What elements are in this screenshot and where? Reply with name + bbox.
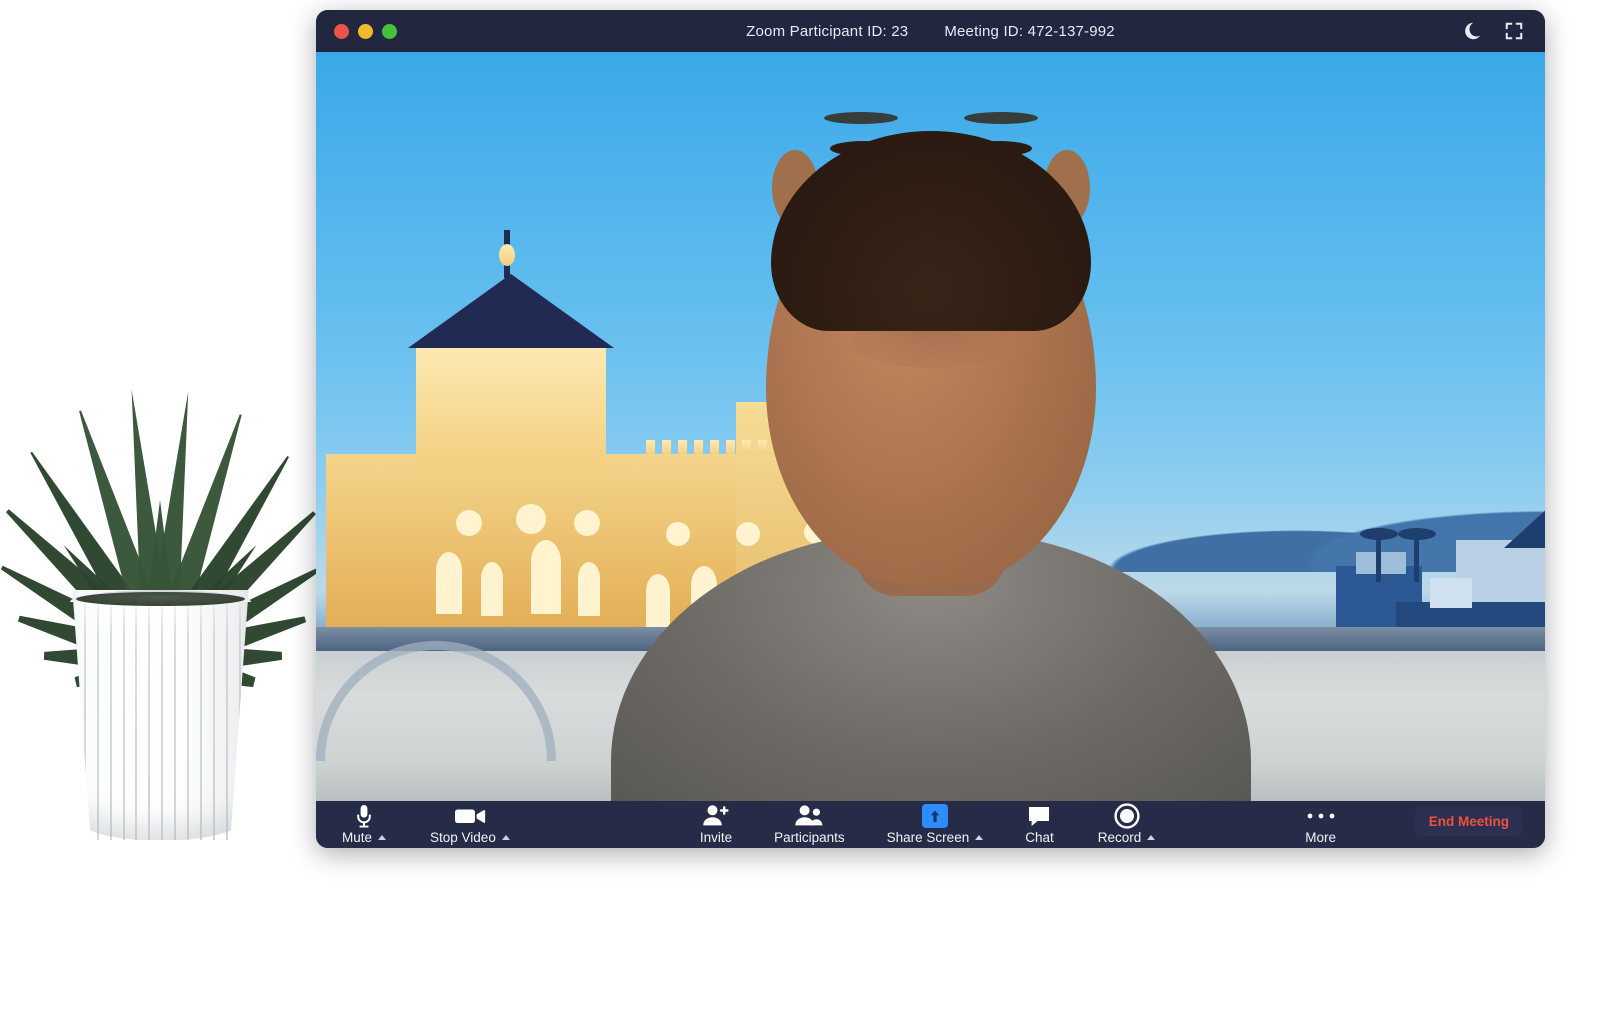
pot-rib [84,590,86,840]
pot-rib [123,590,125,840]
invite-button[interactable]: Invite [700,801,732,845]
titlebar-actions [1461,20,1525,42]
video-camera-icon [454,804,486,828]
pot-soil [76,592,244,606]
window-traffic-lights[interactable] [334,24,397,39]
toolbar-group-more: More [1305,801,1336,845]
pot-rib [187,590,189,840]
city-block [1356,552,1406,574]
add-person-icon [702,804,730,828]
cathedral-block [516,504,546,534]
city-block [1414,534,1419,582]
cathedral-block [408,274,614,348]
participants-button[interactable]: Participants [774,801,845,845]
cathedral-block [481,562,503,616]
microphone-icon [354,804,374,828]
chevron-up-icon[interactable] [378,835,386,840]
moon-icon[interactable] [1461,20,1483,42]
cathedral-block [436,552,462,614]
more-label: More [1305,830,1336,845]
ellipsis-icon [1306,804,1336,828]
window-titlebar: Zoom Participant ID: 23 Meeting ID: 472-… [316,10,1545,52]
toolbar-group-chat-record: Chat Record [1025,801,1155,845]
end-meeting-wrap: End Meeting [1415,807,1523,836]
chat-bubble-icon [1027,804,1051,828]
meeting-id-label: Meeting ID: 472-137-992 [944,23,1115,40]
participant-video-person [601,52,1261,801]
minimize-button[interactable] [358,24,373,39]
stop-video-button[interactable]: Stop Video [430,801,510,845]
titlebar-meeting-info: Zoom Participant ID: 23 Meeting ID: 472-… [316,23,1545,40]
record-button[interactable]: Record [1098,801,1156,845]
maximize-button[interactable] [382,24,397,39]
city-block [1398,528,1436,540]
pot-rib [148,590,150,840]
pot-rib [213,590,215,840]
share-screen-button[interactable]: Share Screen [887,801,984,845]
pot-rib [174,590,176,840]
cathedral-block [456,510,482,536]
pot-rib [97,590,99,840]
video-stage [316,52,1545,801]
toolbar-group-people: Invite Participants [700,801,983,845]
share-up-arrow-icon [922,804,948,828]
pot-rib [71,590,73,840]
wall-arch [316,641,556,761]
mute-label-row: Mute [342,830,386,845]
city-block [1360,528,1398,540]
meeting-controls-toolbar: Mute Stop Video [316,801,1545,848]
pot-rib [226,590,228,840]
eyebrow-right [964,112,1038,124]
participants-label: Participants [774,830,845,845]
end-meeting-button[interactable]: End Meeting [1415,807,1523,836]
mute-button[interactable]: Mute [342,801,386,845]
pot-rib [200,590,202,840]
more-button[interactable]: More [1305,801,1336,845]
cathedral-block [499,244,515,266]
invite-label: Invite [700,830,732,845]
city-block [1376,534,1381,582]
pot-body [58,590,263,840]
record-label: Record [1098,830,1142,845]
close-button[interactable] [334,24,349,39]
share-screen-label: Share Screen [887,830,970,845]
potted-succulent-plant [0,300,320,860]
eyebrow-left [824,112,898,124]
fullscreen-icon[interactable] [1503,20,1525,42]
pot-rib [135,590,137,840]
stop-video-label: Stop Video [430,830,496,845]
pot-rib [239,590,241,840]
pot-rib [252,590,254,840]
stop-video-label-row: Stop Video [430,830,510,845]
screenshot-root: Zoom Participant ID: 23 Meeting ID: 472-… [0,0,1600,1031]
people-icon [794,804,824,828]
chat-label: Chat [1025,830,1054,845]
participant-id-label: Zoom Participant ID: 23 [746,23,908,40]
pot-rib [110,590,112,840]
cathedral-block [531,540,561,614]
chevron-up-icon[interactable] [1147,835,1155,840]
city-block [1430,578,1472,608]
hair [771,131,1091,331]
chevron-up-icon[interactable] [975,835,983,840]
pot-rib [161,590,163,840]
record-circle-icon [1114,804,1140,828]
record-label-row: Record [1098,830,1156,845]
chat-button[interactable]: Chat [1025,801,1054,845]
chevron-up-icon[interactable] [502,835,510,840]
cathedral-block [416,340,606,470]
plant-pot [58,590,263,840]
cathedral-block [578,562,600,616]
mute-label: Mute [342,830,372,845]
toolbar-group-audio-video: Mute Stop Video [342,801,510,845]
cathedral-block [574,510,600,536]
share-screen-label-row: Share Screen [887,830,984,845]
zoom-meeting-window: Zoom Participant ID: 23 Meeting ID: 472-… [316,10,1545,848]
